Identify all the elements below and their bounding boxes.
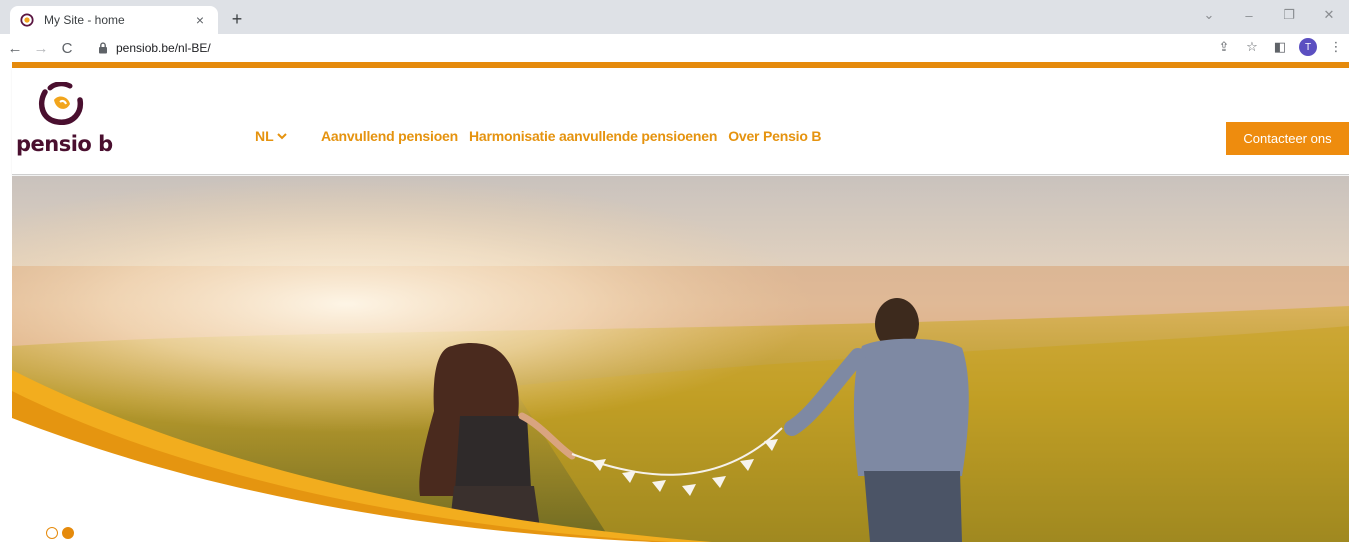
site-header: pensio b NL Aanvullend pensioen Harmonis… — [12, 68, 1349, 175]
new-tab-button[interactable]: + — [226, 9, 248, 30]
tab-title: My Site - home — [44, 13, 125, 27]
share-icon[interactable]: ⇪ — [1215, 39, 1233, 55]
site-logo[interactable]: pensio b — [16, 82, 116, 162]
browser-tabstrip: My Site - home × + ⌄ – ❐ ✕ — [0, 0, 1349, 34]
back-icon[interactable]: ← — [4, 40, 26, 57]
forward-icon[interactable]: → — [30, 40, 52, 57]
contact-button[interactable]: Contacteer ons — [1226, 122, 1349, 155]
nav-harmonisatie[interactable]: Harmonisatie aanvullende pensioenen — [469, 128, 717, 144]
close-window-icon[interactable]: ✕ — [1309, 7, 1349, 23]
lock-icon — [99, 42, 107, 54]
chevron-down-icon — [276, 133, 287, 140]
pensio-b-logo-icon — [39, 82, 84, 125]
hero-image — [12, 176, 1349, 542]
bookmark-star-icon[interactable]: ☆ — [1243, 39, 1261, 55]
hero-banner — [12, 176, 1349, 542]
toolbar-actions: ⇪ ☆ ◧ T ⋮ — [1215, 38, 1345, 56]
browser-toolbar: ← → C pensiob.be/nl-BE/ ⇪ ☆ ◧ T ⋮ — [0, 34, 1349, 62]
main-navigation: Aanvullend pensioen Harmonisatie aanvull… — [321, 128, 821, 144]
logo-wordmark: pensio b — [16, 132, 113, 156]
address-bar[interactable]: pensiob.be/nl-BE/ — [96, 37, 1246, 59]
restore-icon[interactable]: ❐ — [1269, 7, 1309, 23]
minimize-icon[interactable]: – — [1229, 8, 1269, 23]
site-favicon-icon — [20, 13, 34, 27]
reload-icon[interactable]: C — [56, 40, 78, 57]
slider-pagination — [46, 527, 74, 539]
language-label: NL — [255, 128, 274, 144]
close-tab-icon[interactable]: × — [192, 12, 208, 28]
menu-icon[interactable]: ⋮ — [1327, 39, 1345, 55]
nav-over-pensio-b[interactable]: Over Pensio B — [728, 128, 821, 144]
browser-tab[interactable]: My Site - home × — [10, 6, 218, 34]
nav-aanvullend-pensioen[interactable]: Aanvullend pensioen — [321, 128, 458, 144]
url-text: pensiob.be/nl-BE/ — [116, 41, 211, 55]
side-panel-icon[interactable]: ◧ — [1271, 39, 1289, 55]
window-controls: ⌄ – ❐ ✕ — [1189, 0, 1349, 30]
slider-dot-1[interactable] — [46, 527, 58, 539]
slider-dot-2-active[interactable] — [62, 527, 74, 539]
language-selector[interactable]: NL — [255, 128, 287, 144]
profile-avatar[interactable]: T — [1299, 38, 1317, 56]
tab-search-icon[interactable]: ⌄ — [1189, 7, 1229, 23]
